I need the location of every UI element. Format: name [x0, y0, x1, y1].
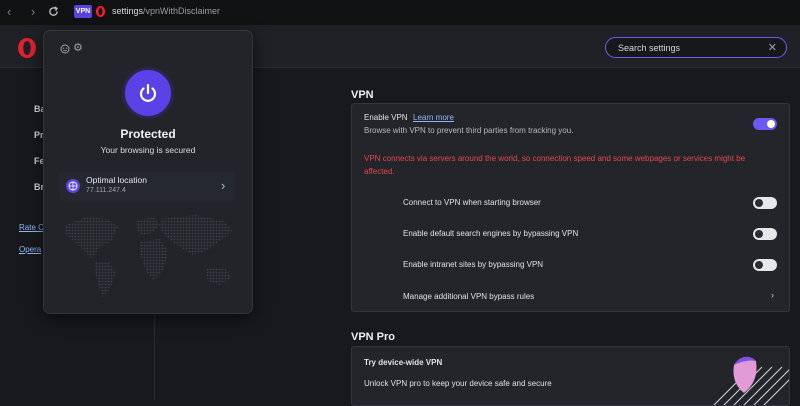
vpn-power-button[interactable] [122, 67, 174, 119]
vpn-section-title: VPN [351, 89, 374, 101]
opera-link[interactable]: Opera [19, 245, 41, 254]
bypass-search-engines-label: Enable default search engines by bypassi… [403, 229, 579, 238]
vpn-warning-cont: affected. [364, 167, 395, 176]
globe-icon [66, 179, 80, 193]
vpn-card: Enable VPN Learn more Browse with VPN to… [351, 103, 790, 312]
url-host: settings [112, 6, 144, 16]
ip-address: 77.111.247.4 [86, 187, 126, 194]
vpn-pro-section-title: VPN Pro [351, 331, 396, 343]
power-icon [139, 83, 157, 102]
location-selector[interactable]: Optimal location 77.111.247.4 › [59, 171, 235, 201]
bypass-intranet-toggle[interactable] [753, 259, 777, 271]
close-icon[interactable]: ✕ [768, 41, 777, 54]
address-bar[interactable]: settings/vpnWithDisclaimer [112, 6, 220, 16]
vpn-pro-card-description: Unlock VPN pro to keep your device safe … [364, 379, 552, 388]
connect-on-start-label: Connect to VPN when starting browser [403, 198, 541, 207]
vpn-pro-card: Try device-wide VPN Unlock VPN pro to ke… [351, 346, 790, 406]
rate-link[interactable]: Rate C [19, 223, 44, 232]
bypass-intranet-label: Enable intranet sites by bypassing VPN [403, 260, 544, 269]
chevron-right-icon: › [221, 178, 226, 193]
learn-more-link[interactable]: Learn more [413, 113, 454, 122]
browser-toolbar: ‹ › VPN settings/vpnWithDisclaimer [0, 0, 800, 25]
gear-icon[interactable]: ⚙ [73, 41, 83, 54]
search-settings-input[interactable]: Search settings ✕ [605, 37, 787, 58]
enable-vpn-toggle[interactable] [753, 118, 777, 130]
location-label: Optimal location [86, 175, 147, 185]
vpn-warning: VPN connects via servers around the worl… [364, 154, 746, 163]
world-map-illustration [64, 215, 232, 297]
vpn-status: Protected [120, 127, 176, 141]
enable-vpn-label: Enable VPN [364, 113, 408, 122]
opera-icon [95, 6, 106, 17]
chevron-right-icon[interactable]: › [771, 290, 774, 300]
forward-icon[interactable]: › [31, 4, 35, 20]
bypass-search-engines-toggle[interactable] [753, 228, 777, 240]
divider [154, 300, 155, 400]
manage-bypass-rules-label[interactable]: Manage additional VPN bypass rules [403, 292, 534, 301]
vpn-substatus: Your browsing is secured [100, 145, 196, 155]
vpn-popup: ⚙ Protected Your browsing is secured Opt… [43, 30, 253, 314]
smiley-icon[interactable] [60, 44, 70, 54]
reload-icon[interactable] [48, 6, 59, 17]
url-path: /vpnWithDisclaimer [143, 6, 221, 16]
shield-illustration-icon [713, 356, 789, 405]
connect-on-start-toggle[interactable] [753, 197, 777, 209]
vpn-badge[interactable]: VPN [74, 5, 92, 18]
vpn-pro-card-title: Try device-wide VPN [364, 358, 443, 367]
opera-logo-icon [18, 38, 36, 58]
enable-vpn-description: Browse with VPN to prevent third parties… [364, 126, 574, 135]
back-icon[interactable]: ‹ [7, 4, 11, 20]
search-placeholder: Search settings [618, 43, 681, 53]
